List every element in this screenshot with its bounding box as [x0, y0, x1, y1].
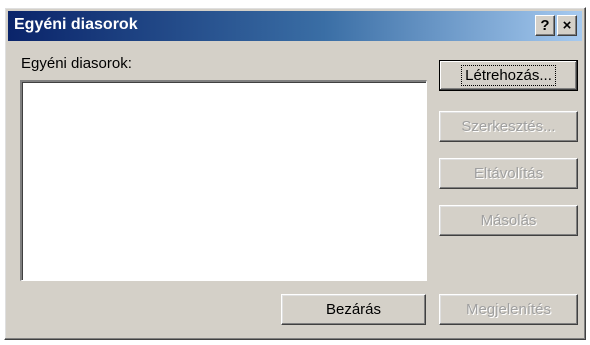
show-button[interactable]: Megjelenítés	[439, 294, 578, 325]
remove-button[interactable]: Eltávolítás	[439, 158, 578, 189]
dialog-title: Egyéni diasorok	[14, 16, 138, 33]
title-bar: Egyéni diasorok ? ×	[8, 11, 582, 41]
help-button[interactable]: ?	[535, 15, 555, 36]
custom-shows-listbox[interactable]	[20, 80, 427, 281]
custom-shows-label: Egyéni diasorok:	[21, 55, 132, 72]
copy-button[interactable]: Másolás	[439, 205, 578, 236]
close-icon: ×	[562, 17, 572, 34]
close-button[interactable]: Bezárás	[281, 294, 426, 325]
close-window-button[interactable]: ×	[557, 15, 577, 36]
custom-shows-dialog: Egyéni diasorok ? × Egyéni diasorok: Lét…	[4, 7, 586, 340]
edit-button[interactable]: Szerkesztés...	[439, 111, 578, 142]
help-icon: ?	[540, 17, 550, 34]
create-button[interactable]: Létrehozás...	[439, 60, 578, 91]
